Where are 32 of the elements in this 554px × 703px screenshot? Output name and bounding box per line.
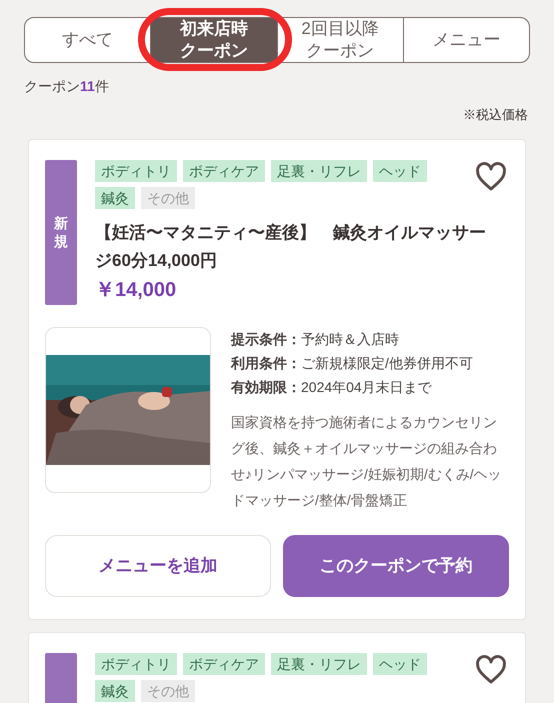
category-tag: ボディトリ (95, 652, 177, 674)
category-tag: ヘッド (373, 652, 427, 674)
heart-icon[interactable] (475, 654, 507, 684)
category-tag: ボディケア (183, 652, 265, 674)
category-tag: ヘッド (373, 160, 427, 182)
condition-value: ご新規様限定/他券併用不可 (301, 354, 473, 372)
category-tag: 足裏・リフレ (271, 652, 367, 674)
add-menu-button[interactable]: メニューを追加 (45, 534, 271, 596)
category-tag: その他 (141, 186, 195, 208)
tab[interactable]: 2回目以降 クーポン (276, 18, 403, 62)
category-tag: 鍼灸 (95, 680, 135, 702)
condition-value: 2024年04月末日まで (301, 378, 432, 396)
tax-note: ※税込価格 (463, 106, 528, 124)
coupon-description: 国家資格を持つ施術者によるカウンセリング後、鍼灸＋オイルマッサージの組み合わせ♪リンパマッサージ/妊娠初期/むくみ/ヘッドマッサージ/整体/骨盤矯正 (231, 412, 503, 510)
coupon-price: ￥14,000 (95, 278, 178, 302)
coupon-title: 【妊活〜マタニティ〜産後】 鍼灸オイルマッサージ60分14,000円 (95, 222, 487, 272)
badge-label: 新規 (54, 214, 68, 250)
category-tag: 足裏・リフレ (271, 160, 367, 182)
condition-label: 有効期限： (231, 378, 301, 396)
condition-label: 利用条件： (231, 354, 301, 372)
category-tag: ボディトリ (95, 160, 177, 182)
category-tag: 鍼灸 (95, 186, 135, 208)
condition-label: 提示条件： (231, 330, 301, 348)
heart-icon[interactable] (475, 162, 507, 192)
category-tag: ボディケア (183, 160, 265, 182)
tab[interactable]: すべて (25, 18, 150, 62)
condition-value: 予約時＆入店時 (301, 330, 399, 348)
tab[interactable]: 初来店時 クーポン (150, 18, 276, 62)
tab[interactable]: メニュー (402, 18, 529, 62)
coupon-count: クーポン11件 (24, 78, 109, 94)
reserve-button[interactable]: このクーポンで予約 (283, 534, 509, 596)
category-tag: その他 (141, 680, 195, 702)
